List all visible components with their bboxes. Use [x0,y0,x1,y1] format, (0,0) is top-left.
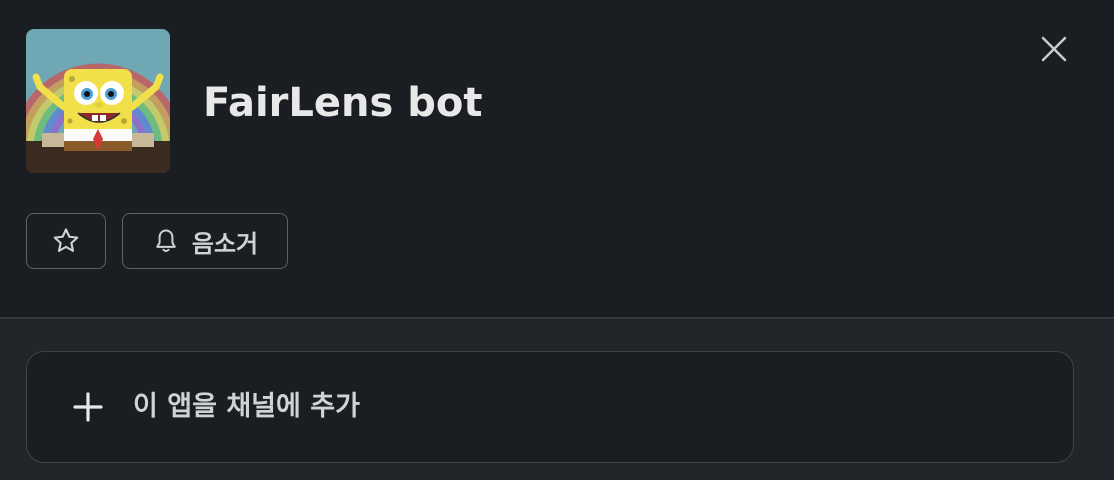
mute-button[interactable]: 음소거 [122,213,288,269]
app-profile-header: FairLens bot 음소거 [0,0,1114,318]
bell-icon [156,229,176,253]
plus-icon [73,392,103,422]
add-app-to-channel-button[interactable]: 이 앱을 채널에 추가 [26,351,1074,463]
app-name-title: FairLens bot [203,80,483,126]
spongebob-avatar-image [26,29,170,173]
app-avatar [26,29,170,173]
star-button[interactable] [26,213,106,269]
close-button[interactable] [1032,27,1076,71]
close-icon [1041,36,1067,62]
add-app-to-channel-label: 이 앱을 채널에 추가 [133,391,360,422]
mute-label: 음소거 [191,229,259,258]
star-icon [53,228,79,252]
